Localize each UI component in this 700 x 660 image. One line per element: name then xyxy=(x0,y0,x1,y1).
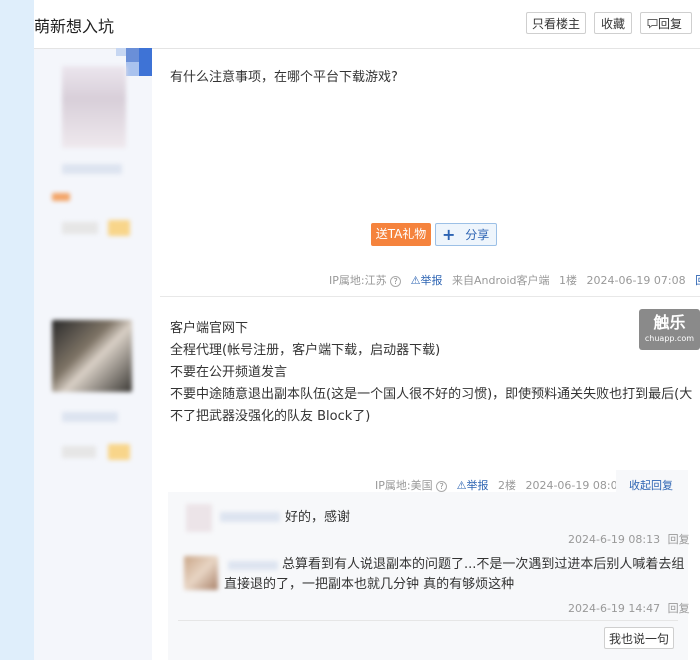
collapse-replies-label: 收起回复 xyxy=(629,479,673,492)
help-icon[interactable]: ? xyxy=(390,276,402,287)
post-2-meta: IP属地:美国 ? ⚠举报 2楼 2024-06-19 08:04 xyxy=(375,477,625,493)
reply-time: 2024-6-19 14:47 xyxy=(568,602,661,615)
post-divider xyxy=(160,296,700,297)
report-link[interactable]: 举报 xyxy=(420,274,442,287)
warning-icon: ⚠ xyxy=(456,479,467,492)
reply-2-line: 总算看到有人说退副本的问题了...不是一次遇到过进本后别人喊着去组 xyxy=(282,557,685,572)
share-label: 分享 xyxy=(465,228,490,242)
collapse-replies-link[interactable]: 收起回复 xyxy=(629,477,673,493)
avatar[interactable] xyxy=(62,66,126,148)
avatar[interactable] xyxy=(186,504,212,532)
ip-location: IP属地:美国 xyxy=(375,479,433,492)
ip-location: IP属地:江苏 xyxy=(329,274,387,287)
thread-title: 萌新想入坑 xyxy=(34,17,115,36)
only-op-button[interactable]: 只看楼主 xyxy=(526,12,586,34)
floor-number: 1楼 xyxy=(559,274,577,287)
post-time: 2024-06-19 08:04 xyxy=(525,479,625,492)
reply-link[interactable]: 回复 xyxy=(668,533,690,546)
username[interactable] xyxy=(220,512,280,522)
send-gift-button[interactable]: 送TA礼物 xyxy=(371,223,431,246)
post-1-content: 有什么注意事项，在哪个平台下载游戏? xyxy=(170,70,398,85)
avatar[interactable] xyxy=(52,320,132,392)
left-background-strip xyxy=(0,0,34,660)
help-icon[interactable]: ? xyxy=(436,481,448,492)
post-source: 来自Android客户端 xyxy=(451,274,550,287)
reply-link[interactable]: 回复 xyxy=(695,274,700,287)
share-button[interactable]: + 分享 xyxy=(435,223,497,246)
medal-icon xyxy=(108,220,130,236)
comment-icon xyxy=(647,19,658,29)
watermark-domain: chuapp.com xyxy=(644,334,695,343)
warning-icon: ⚠ xyxy=(410,274,421,287)
say-something-button[interactable]: 我也说一句 xyxy=(604,627,674,649)
reply-link[interactable]: 回复 xyxy=(668,602,690,615)
username[interactable] xyxy=(62,412,118,422)
reply-time: 2024-6-19 08:13 xyxy=(568,533,661,546)
username[interactable] xyxy=(228,561,278,570)
post-2-line: 不要中途随意退出副本队伍(这是一个国人很不好的习惯)，即使预料通关失败也打到最后… xyxy=(170,387,693,402)
medal-icon xyxy=(108,444,130,460)
post-2-line: 不了把武器没强化的队友 Block了) xyxy=(170,409,371,424)
post-1-meta: IP属地:江苏 ? ⚠举报 来自Android客户端 1楼 2024-06-19… xyxy=(329,272,700,288)
floor-number: 2楼 xyxy=(497,479,516,492)
post-2-line: 全程代理(帐号注册，客户端下载，启动器下载) xyxy=(170,343,441,358)
user-stat xyxy=(62,446,96,458)
reply-2-meta: 2024-6-19 14:47 回复 xyxy=(568,600,690,616)
reply-divider xyxy=(178,620,678,621)
reply-2-line: 直接退的了，一把副本也就几分钟 真的有够烦这种 xyxy=(224,577,515,592)
plus-icon: + xyxy=(442,225,456,244)
username[interactable] xyxy=(62,164,122,174)
reply-button-label: 回复 xyxy=(658,17,683,31)
reply-1-text: 好的，感谢 xyxy=(285,510,351,525)
watermark-logo: 触乐 xyxy=(653,313,686,332)
chuapp-watermark: 触乐 chuapp.com xyxy=(639,309,700,350)
favorite-button[interactable]: 收藏 xyxy=(594,12,632,34)
post-2-content: 客户端官网下 全程代理(帐号注册，客户端下载，启动器下载) 不要在公开频道发言 … xyxy=(170,318,692,428)
post-2-line: 客户端官网下 xyxy=(170,321,249,336)
level-badge xyxy=(52,193,70,201)
reply-button[interactable]: 回复 xyxy=(640,12,692,34)
avatar[interactable] xyxy=(184,556,218,590)
reply-1-meta: 2024-6-19 08:13 回复 xyxy=(568,531,690,547)
post-time: 2024-06-19 07:08 xyxy=(586,274,686,287)
user-stat xyxy=(62,222,98,234)
report-link[interactable]: 举报 xyxy=(466,479,488,492)
post-2-line: 不要在公开频道发言 xyxy=(170,365,288,380)
